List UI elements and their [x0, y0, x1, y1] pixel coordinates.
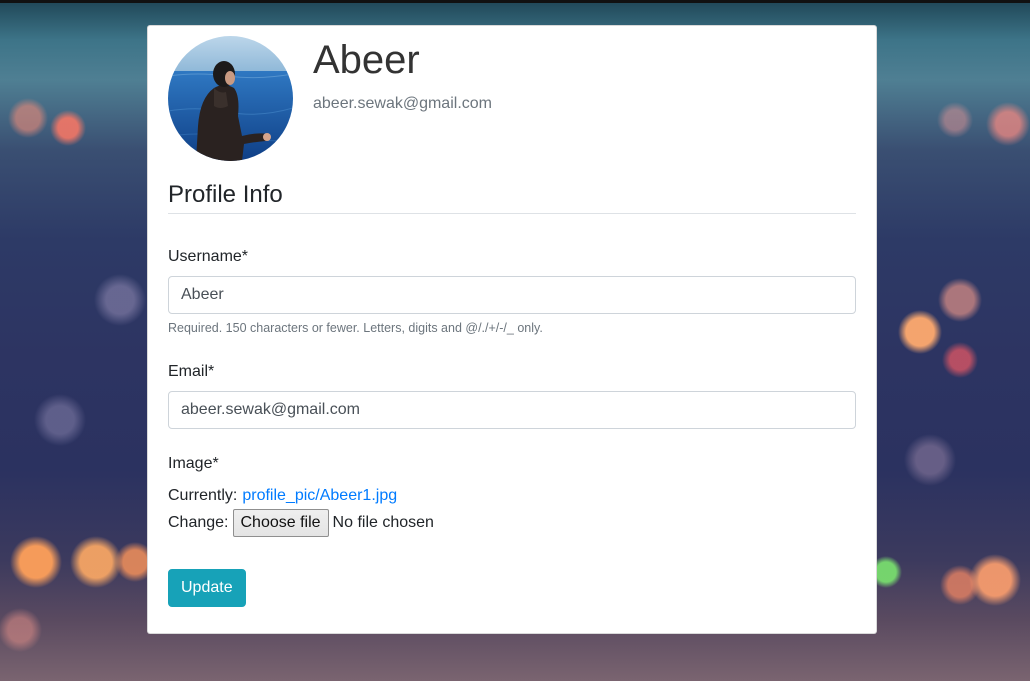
profile-card: Abeer abeer.sewak@gmail.com Profile Info…	[147, 25, 877, 634]
change-label: Change:	[168, 514, 229, 531]
file-status-text: No file chosen	[332, 514, 434, 531]
profile-info-legend: Profile Info	[168, 181, 856, 214]
choose-file-button[interactable]: Choose file	[232, 509, 329, 537]
current-image-link[interactable]: profile_pic/Abeer1.jpg	[242, 487, 397, 505]
username-label: Username*	[168, 248, 249, 265]
image-label: Image*	[168, 455, 219, 472]
change-image-row: Change: Choose file No file chosen	[168, 508, 434, 538]
top-bar	[0, 0, 1030, 3]
profile-email: abeer.sewak@gmail.com	[313, 95, 492, 112]
update-button[interactable]: Update	[168, 569, 246, 607]
profile-photo-icon	[168, 36, 293, 161]
profile-name: Abeer	[313, 38, 420, 82]
username-input[interactable]	[168, 276, 856, 314]
currently-label: Currently:	[168, 487, 238, 504]
profile-avatar	[168, 36, 293, 161]
email-input[interactable]	[168, 391, 856, 429]
email-label: Email*	[168, 363, 215, 380]
username-help-text: Required. 150 characters or fewer. Lette…	[168, 321, 543, 335]
current-image-row: Currently: profile_pic/Abeer1.jpg	[168, 486, 397, 506]
